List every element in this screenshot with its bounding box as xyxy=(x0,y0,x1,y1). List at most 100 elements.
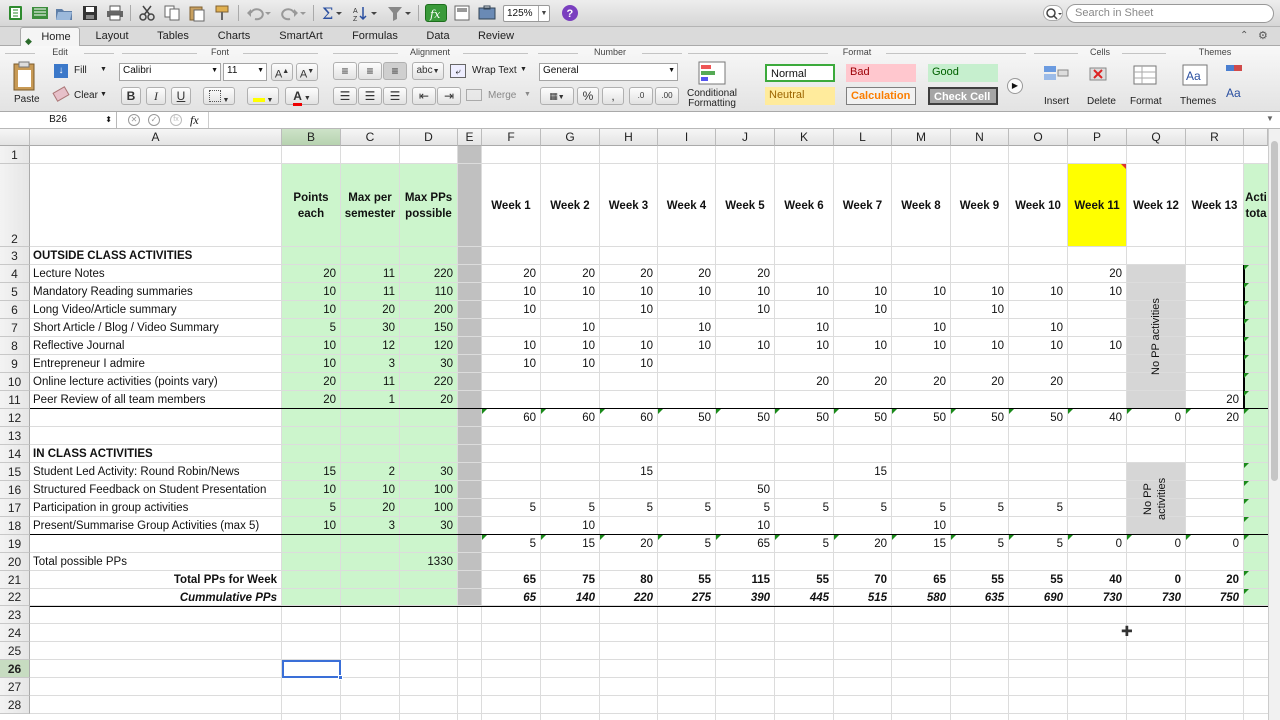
activity-label[interactable]: Short Article / Blog / Video Summary xyxy=(30,319,281,337)
header-week-8[interactable]: Week 8 xyxy=(892,164,950,247)
week-9-value[interactable]: 20 xyxy=(951,373,1008,391)
points-each-value[interactable]: 10 xyxy=(282,481,340,499)
week-11-total[interactable]: 40 xyxy=(1068,409,1126,427)
week-8-value[interactable]: 10 xyxy=(892,337,950,355)
week-2-value[interactable]: 10 xyxy=(541,337,599,355)
merge-button[interactable]: Merge ▼ xyxy=(466,87,532,105)
header-activity-total[interactable]: Acti tota xyxy=(1244,164,1268,247)
undo-icon[interactable] xyxy=(245,4,271,22)
week-7-value[interactable]: 10 xyxy=(834,283,891,301)
week-11-total[interactable]: 40 xyxy=(1068,571,1126,589)
tab-data[interactable]: Data xyxy=(418,27,458,46)
wrap-text-button[interactable]: ⤶ Wrap Text ▼ xyxy=(450,63,530,81)
font-size-select[interactable]: 11 ▼ xyxy=(223,63,267,81)
fill-color-button[interactable]: ▼ xyxy=(247,87,279,105)
tab-tables[interactable]: Tables xyxy=(148,27,198,46)
max-pps-value[interactable]: 100 xyxy=(400,499,457,517)
header-week-6[interactable]: Week 6 xyxy=(775,164,833,247)
week-2-value[interactable]: 10 xyxy=(541,283,599,301)
style-normal[interactable]: Normal xyxy=(765,64,835,82)
scrollbar-thumb[interactable] xyxy=(1271,141,1278,481)
week-3-total[interactable]: 60 xyxy=(600,409,657,427)
week-10-total[interactable]: 55 xyxy=(1009,571,1067,589)
week-9-value[interactable]: 5 xyxy=(951,499,1008,517)
week-8-total[interactable]: 15 xyxy=(892,535,950,553)
activity-label[interactable]: Reflective Journal xyxy=(30,337,281,355)
max-pps-value[interactable]: 20 xyxy=(400,391,457,409)
column-header-h[interactable]: H xyxy=(600,129,658,146)
week-8-value[interactable]: 20 xyxy=(892,373,950,391)
week-7-value[interactable]: 10 xyxy=(834,301,891,319)
format-cells-button[interactable]: Format xyxy=(1126,60,1168,110)
cut-icon[interactable] xyxy=(137,4,157,22)
header-week-7[interactable]: Week 7 xyxy=(834,164,891,247)
ribbon-settings-icon[interactable]: ⚙ xyxy=(1258,29,1268,42)
row-header-16[interactable]: 16 xyxy=(0,481,30,499)
points-each-value[interactable]: 10 xyxy=(282,517,340,535)
row-header-3[interactable]: 3 xyxy=(0,247,30,265)
align-center-button[interactable]: ☰ xyxy=(358,87,382,105)
week-12-total[interactable]: 0 xyxy=(1127,571,1185,589)
week-10-total[interactable]: 50 xyxy=(1009,409,1067,427)
conditional-formatting-button[interactable]: Conditional Formatting xyxy=(686,60,738,110)
column-header-i[interactable]: I xyxy=(658,129,716,146)
week-5-value[interactable]: 10 xyxy=(716,301,774,319)
week-3-total[interactable]: 220 xyxy=(600,589,657,606)
week-9-total[interactable]: 55 xyxy=(951,571,1008,589)
theme-fonts-button[interactable]: Aa xyxy=(1226,86,1252,104)
week-11-value[interactable]: 20 xyxy=(1068,265,1126,283)
points-each-value[interactable]: 5 xyxy=(282,319,340,337)
row-header-1[interactable]: 1 xyxy=(0,146,30,164)
week-5-value[interactable]: 50 xyxy=(716,481,774,499)
week-2-value[interactable]: 10 xyxy=(541,517,599,535)
header-max-pps-possible[interactable]: Max PPs possible xyxy=(400,164,457,247)
week-7-value[interactable]: 15 xyxy=(834,463,891,481)
select-all-corner[interactable] xyxy=(0,129,30,146)
week-9-value[interactable]: 10 xyxy=(951,283,1008,301)
cancel-formula-icon[interactable]: ✕ xyxy=(128,114,140,126)
row-header-13[interactable]: 13 xyxy=(0,427,30,445)
increase-indent-button[interactable]: ⇥ xyxy=(437,87,461,105)
week-1-value[interactable]: 5 xyxy=(482,499,540,517)
points-each-value[interactable]: 5 xyxy=(282,499,340,517)
week-8-total[interactable]: 65 xyxy=(892,571,950,589)
zoom-select[interactable]: 125% ▼ xyxy=(503,5,550,22)
row-header-7[interactable]: 7 xyxy=(0,319,30,337)
week-5-value[interactable]: 10 xyxy=(716,283,774,301)
week-13-value[interactable]: 20 xyxy=(1186,391,1243,409)
week-1-value[interactable]: 10 xyxy=(482,301,540,319)
week-9-total[interactable]: 635 xyxy=(951,589,1008,606)
underline-button[interactable]: U xyxy=(171,87,191,105)
week-10-value[interactable]: 10 xyxy=(1009,319,1067,337)
row-header-10[interactable]: 10 xyxy=(0,373,30,391)
header-week-5[interactable]: Week 5 xyxy=(716,164,774,247)
row-header-2[interactable]: 2 xyxy=(0,164,30,247)
week-3-value[interactable]: 10 xyxy=(600,301,657,319)
max-pps-value[interactable]: 220 xyxy=(400,373,457,391)
activity-label[interactable]: Present/Summarise Group Activities (max … xyxy=(30,517,281,535)
row-header-12[interactable]: 12 xyxy=(0,409,30,427)
column-header-a[interactable]: A xyxy=(30,129,282,146)
column-header-p[interactable]: P xyxy=(1068,129,1127,146)
delete-cells-button[interactable]: Delete xyxy=(1082,60,1122,110)
fill-button[interactable]: ↓ Fill ▼ xyxy=(54,63,110,81)
week-4-value[interactable]: 10 xyxy=(658,337,715,355)
week-3-value[interactable]: 20 xyxy=(600,265,657,283)
week-1-value[interactable]: 10 xyxy=(482,283,540,301)
week-6-total[interactable]: 5 xyxy=(775,535,833,553)
print-icon[interactable] xyxy=(105,4,125,22)
week-4-total[interactable]: 5 xyxy=(658,535,715,553)
week-13-total[interactable]: 20 xyxy=(1186,571,1243,589)
column-header-partial[interactable] xyxy=(1244,129,1268,146)
week-5-value[interactable]: 10 xyxy=(716,337,774,355)
week-3-value[interactable]: 10 xyxy=(600,355,657,373)
week-13-total[interactable]: 750 xyxy=(1186,589,1243,606)
column-header-o[interactable]: O xyxy=(1009,129,1068,146)
filter-icon[interactable] xyxy=(386,4,414,22)
row-header-24[interactable]: 24 xyxy=(0,624,30,642)
week-11-total[interactable]: 0 xyxy=(1068,535,1126,553)
max-pps-value[interactable]: 30 xyxy=(400,463,457,481)
copy-icon[interactable] xyxy=(162,4,182,22)
week-2-value[interactable]: 10 xyxy=(541,355,599,373)
activity-label[interactable]: Participation in group activities xyxy=(30,499,281,517)
